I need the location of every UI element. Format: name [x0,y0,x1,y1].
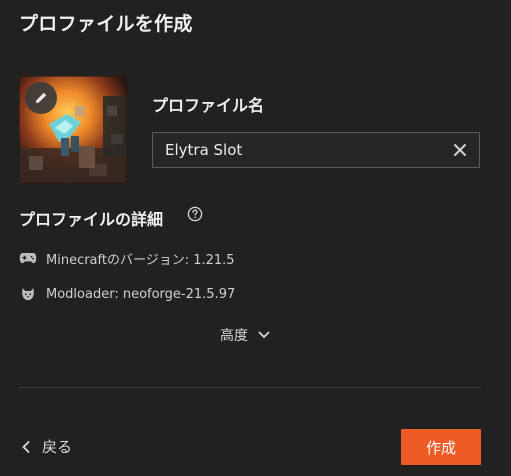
dialog-title: プロファイルを作成 [19,13,193,35]
back-button[interactable]: 戻る [22,436,72,457]
profile-thumbnail[interactable] [19,76,127,184]
neoforge-fox-icon [19,286,37,302]
create-button[interactable]: 作成 [401,429,481,465]
profile-name-input[interactable] [153,133,433,167]
edit-pencil-icon[interactable] [25,82,57,114]
back-button-label: 戻る [42,438,73,456]
chevron-left-icon [22,440,30,453]
chevron-down-icon [258,331,270,338]
profile-name-label: プロファイル名 [152,96,265,115]
minecraft-version-row: Minecraftのバージョン: 1.21.5 [19,248,235,268]
profile-name-field [152,132,480,168]
clear-icon[interactable] [451,141,469,159]
minecraft-version-text: Minecraftのバージョン: 1.21.5 [46,252,235,268]
profile-details-heading: プロファイルの詳細 [19,210,164,229]
advanced-label: 高度 [220,328,248,344]
footer-divider [19,387,481,388]
gamepad-icon [19,250,37,266]
question-circle-icon[interactable] [187,206,203,222]
modloader-text: Modloader: neoforge-21.5.97 [46,286,236,302]
advanced-toggle[interactable]: 高度 [220,325,270,345]
create-button-label: 作成 [425,438,456,457]
pencil-glyph [36,92,47,103]
create-profile-dialog: プロファイルを作成 プロファイル名 Elytra Slot プロファイルの詳細 … [0,0,511,476]
modloader-row: Modloader: neoforge-21.5.97 [19,284,235,304]
